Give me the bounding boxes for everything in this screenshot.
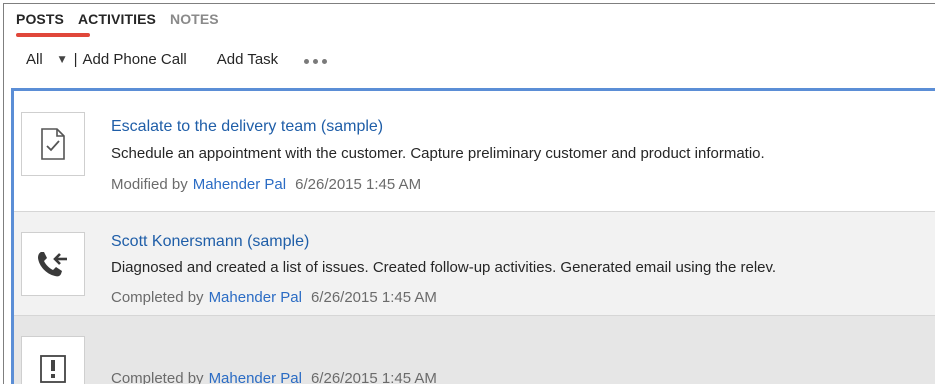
activity-meta: Modified by Mahender Pal 6/26/2015 1:45 AM — [111, 176, 421, 193]
activity-item[interactable]: Scott Konersmann (sample) Diagnosed and … — [14, 212, 935, 316]
more-options-icon[interactable] — [304, 58, 328, 64]
toolbar-separator: | — [73, 50, 78, 68]
activity-meta: Completed by Mahender Pal 6/26/2015 1:45 A… — [111, 289, 437, 306]
incoming-phone-call-icon — [21, 232, 85, 296]
activity-wall-panel: POSTS ACTIVITIES NOTES All ▼ | Add Phone… — [3, 3, 935, 384]
activity-timestamp: 6/26/2015 1:45 AM — [310, 370, 437, 384]
tab-notes[interactable]: NOTES — [170, 12, 219, 38]
tab-posts-label: POSTS — [16, 11, 64, 27]
activity-item[interactable]: Escalate to the delivery team (sample) S… — [14, 91, 935, 212]
chevron-down-icon[interactable]: ▼ — [59, 55, 66, 65]
activity-user-link[interactable]: Mahender Pal — [209, 289, 302, 306]
add-task-button[interactable]: Add Task — [217, 51, 278, 68]
activity-status: Completed by — [111, 370, 204, 384]
activity-user-link[interactable]: Mahender Pal — [209, 370, 302, 384]
activity-description: Diagnosed and created a list of issues. … — [111, 259, 777, 276]
task-alert-icon — [21, 336, 85, 384]
activity-timestamp: 6/26/2015 1:45 AM — [295, 176, 422, 193]
activity-meta: Completed by Mahender Pal 6/26/2015 1:45 A… — [111, 370, 437, 384]
activity-timestamp: 6/26/2015 1:45 AM — [310, 289, 437, 306]
filter-dropdown[interactable]: All — [26, 51, 43, 68]
tab-notes-label: NOTES — [169, 11, 219, 27]
activity-item[interactable]: Completed by Mahender Pal 6/26/2015 1:45 A… — [14, 316, 935, 384]
activity-description: Schedule an appointment with the custome… — [111, 145, 765, 162]
tab-posts[interactable]: POSTS — [16, 11, 90, 38]
activity-title-link[interactable]: Scott Konersmann (sample) — [111, 233, 309, 251]
activity-status: Modified by — [111, 176, 188, 193]
tab-activities[interactable]: ACTIVITIES — [78, 12, 156, 38]
tab-bar: POSTS ACTIVITIES NOTES — [16, 12, 219, 38]
task-check-icon — [21, 112, 85, 176]
activity-title-link[interactable]: Escalate to the delivery team (sample) — [111, 118, 383, 136]
activity-list: Escalate to the delivery team (sample) S… — [11, 88, 935, 384]
activity-toolbar: All ▼ | Add Phone Call Add Task — [26, 48, 328, 70]
add-phone-call-button[interactable]: Add Phone Call — [83, 51, 187, 68]
activity-status: Completed by — [111, 289, 204, 306]
tab-activities-label: ACTIVITIES — [77, 11, 156, 27]
activity-user-link[interactable]: Mahender Pal — [193, 176, 286, 193]
